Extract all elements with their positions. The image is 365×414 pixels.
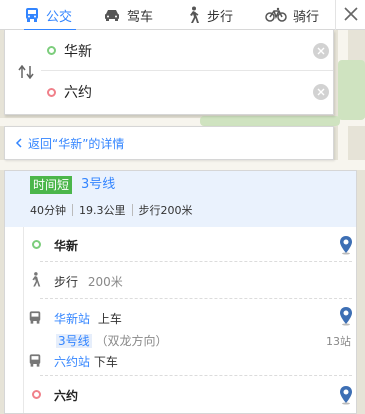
bus-icon: [28, 353, 42, 368]
back-link-label: 返回“华新”的详情: [28, 136, 125, 151]
plan-meta: 40分钟 19.3公里 步行200米: [30, 203, 193, 217]
tab-walk[interactable]: 步行: [185, 0, 245, 30]
end-name: 六约: [54, 389, 79, 403]
walk-distance: 200米: [87, 275, 123, 289]
bike-icon: [265, 7, 287, 23]
walk-icon: [185, 6, 201, 24]
step-walk[interactable]: 步行 200米: [24, 262, 357, 298]
tab-walk-label: 步行: [207, 9, 234, 25]
tab-bike[interactable]: 骑行: [265, 0, 329, 30]
clear-icon: [317, 88, 325, 96]
start-point-icon: [31, 239, 41, 249]
start-dot-icon: [47, 46, 56, 55]
locate-pin-icon[interactable]: [339, 235, 353, 258]
step-end: 六约: [24, 376, 357, 412]
plan-duration: 40分钟: [30, 204, 66, 217]
swap-icon: [17, 64, 35, 82]
walk-label: 步行: [54, 275, 79, 289]
locate-pin-icon[interactable]: [339, 306, 353, 329]
route-inputs: 华新 六约: [4, 30, 334, 115]
alight-action: 下车: [93, 355, 118, 369]
step-start: 华新: [24, 227, 357, 261]
close-button[interactable]: [335, 0, 365, 30]
end-input[interactable]: 六约: [64, 82, 313, 102]
clear-end-button[interactable]: [313, 84, 329, 100]
alight-station[interactable]: 六约站: [54, 355, 90, 369]
board-station[interactable]: 华新站: [54, 312, 90, 326]
tab-car-label: 驾车: [127, 9, 154, 25]
step-alight[interactable]: 六约站 下车: [24, 345, 357, 375]
car-icon: [103, 7, 121, 23]
end-dot-icon: [47, 87, 56, 97]
back-to-detail-link[interactable]: 返回“华新”的详情: [4, 126, 334, 160]
close-icon: [343, 6, 358, 24]
clear-icon: [317, 47, 325, 54]
locate-pin-icon[interactable]: [339, 385, 353, 408]
divider: [72, 204, 73, 216]
plan-distance: 19.3公里: [79, 204, 126, 217]
travel-mode-tabs: 公交 驾车 步行 骑行: [0, 0, 365, 31]
bus-icon: [24, 7, 40, 23]
end-field[interactable]: 六约: [41, 72, 333, 112]
end-point-icon: [31, 389, 41, 399]
swap-button[interactable]: [16, 63, 36, 83]
chevron-left-icon: [15, 138, 22, 148]
start-field[interactable]: 华新: [41, 31, 333, 71]
bus-icon: [28, 310, 42, 325]
tab-bus-label: 公交: [46, 9, 73, 25]
route-plan-card: 时间短 3号线 40分钟 19.3公里 步行200米 华新 步行 200米 华新…: [4, 170, 357, 414]
plan-summary[interactable]: 时间短 3号线 40分钟 19.3公里 步行200米: [5, 171, 356, 227]
plan-line-name: 3号线: [81, 177, 116, 192]
map-park: [200, 116, 340, 126]
clear-start-button[interactable]: [313, 42, 329, 59]
plan-walk: 步行200米: [138, 204, 193, 217]
start-name: 华新: [54, 239, 79, 253]
divider: [131, 204, 133, 216]
start-input[interactable]: 华新: [64, 41, 313, 61]
route-steps: 华新 步行 200米 华新站 上车 3号线 （双龙方向） 13站 六约站 下车 …: [23, 227, 356, 413]
tab-bus[interactable]: 公交: [24, 0, 76, 31]
board-action: 上车: [97, 312, 122, 326]
map-road: [0, 160, 365, 170]
tab-bike-label: 骑行: [293, 9, 320, 25]
map-park: [338, 60, 365, 120]
fastest-badge: 时间短: [30, 176, 73, 194]
tab-car[interactable]: 驾车: [103, 0, 163, 30]
walk-icon: [28, 271, 42, 288]
